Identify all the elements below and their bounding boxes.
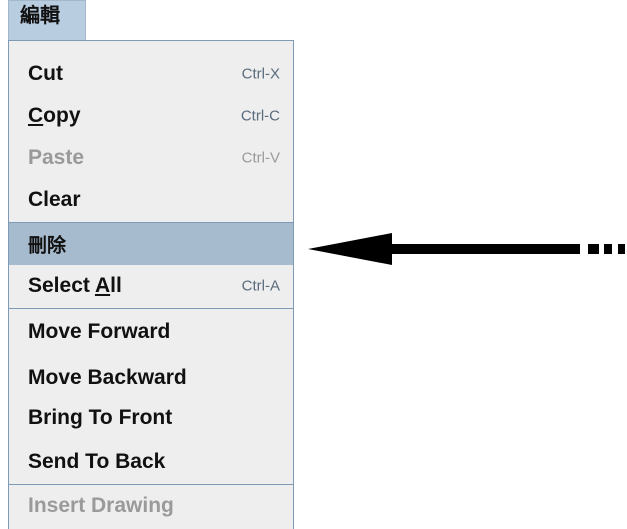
- menu-item-label-pre: Select: [28, 274, 95, 297]
- menu-item-send-to-back[interactable]: Send To Back: [9, 441, 293, 483]
- menu-item-insert-drawing[interactable]: Insert Drawing: [9, 485, 293, 527]
- menu-title-label: 編輯: [20, 3, 60, 27]
- menu-item-shortcut: Ctrl-X: [241, 65, 280, 83]
- menu-item-label: Cut: [28, 62, 63, 85]
- mnemonic-letter: A: [94, 274, 111, 297]
- menu-item-label: Move Forward: [28, 320, 171, 343]
- menu-item-copy[interactable]: Copy Ctrl-C: [9, 95, 293, 137]
- arrow-pointing-left-icon: [308, 233, 625, 265]
- menu-item-label: Insert Drawing: [28, 494, 174, 517]
- menu-item-move-forward[interactable]: Move Forward: [9, 311, 293, 353]
- edit-menu-popup: Cut Ctrl-X Copy Ctrl-C Paste Ctrl-V Clea…: [8, 40, 294, 529]
- menu-item-label: Bring To Front: [28, 406, 173, 429]
- menu-item-label: Select All: [28, 274, 122, 298]
- menu-item-label: Paste: [28, 146, 85, 169]
- menu-item-clear[interactable]: Clear: [9, 179, 293, 221]
- menu-item-label: Clear: [28, 188, 81, 211]
- menu-item-label: Copy: [28, 104, 81, 128]
- screenshot-stage: 編輯 Cut Ctrl-X Copy Ctrl-C Paste Ctrl-V C…: [0, 0, 627, 529]
- menu-item-label: 刪除: [28, 234, 67, 257]
- menu-item-bring-to-front[interactable]: Bring To Front: [9, 397, 293, 439]
- menu-item-shortcut: Ctrl-A: [241, 277, 280, 295]
- menu-item-cut[interactable]: Cut Ctrl-X: [9, 53, 293, 95]
- menu-separator: [9, 308, 293, 309]
- menu-item-label-rest: ll: [110, 274, 122, 297]
- menu-bar-edit[interactable]: 編輯: [8, 0, 86, 40]
- menu-item-shortcut: Ctrl-V: [241, 149, 280, 167]
- menu-item-select-all[interactable]: Select All Ctrl-A: [9, 265, 293, 307]
- menu-item-paste[interactable]: Paste Ctrl-V: [9, 137, 293, 179]
- menu-item-delete[interactable]: 刪除: [9, 223, 293, 265]
- menu-item-label-rest: opy: [43, 104, 81, 127]
- menu-item-shortcut: Ctrl-C: [240, 107, 280, 125]
- menu-item-move-backward[interactable]: Move Backward: [9, 357, 293, 399]
- menu-item-label: Move Backward: [28, 366, 187, 389]
- menu-item-label: Send To Back: [28, 450, 166, 473]
- mnemonic-letter: C: [28, 104, 44, 127]
